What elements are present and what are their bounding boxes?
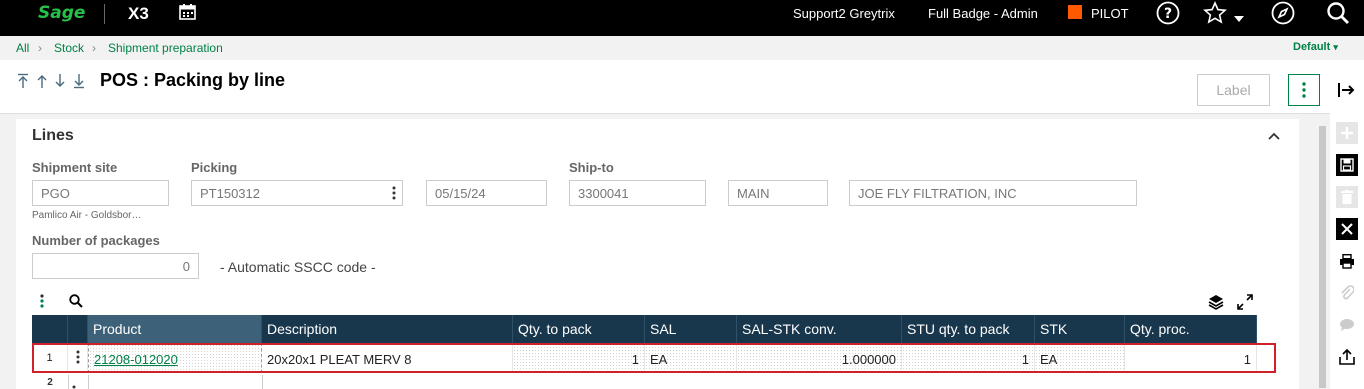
calendar-icon[interactable] (179, 4, 196, 20)
search-icon[interactable] (1324, 0, 1352, 26)
grid-menu-icon[interactable] (39, 294, 45, 308)
divider (104, 4, 105, 24)
shipment-site-field[interactable]: PGO (32, 180, 169, 206)
column-header-stu-qty-to-pack[interactable]: STU qty. to pack (902, 315, 1035, 343)
delete-icon[interactable] (1336, 186, 1358, 208)
attachment-icon[interactable] (1336, 282, 1358, 304)
column-header-qty-proc[interactable]: Qty. proc. (1125, 315, 1257, 343)
kebab-icon[interactable] (392, 186, 396, 200)
selected-row-highlight (32, 343, 1276, 373)
scrollbar-thumb[interactable] (1319, 126, 1326, 388)
sscc-text: - Automatic SSCC code - (220, 259, 376, 275)
exit-icon[interactable] (1336, 80, 1356, 100)
user-name[interactable]: Support2 Greytrix (793, 6, 895, 21)
divider (262, 375, 263, 389)
sage-logo[interactable]: Sage (38, 3, 85, 23)
first-record-icon[interactable] (16, 73, 30, 93)
shipment-site-label: Shipment site (32, 160, 118, 175)
row-menu-header (68, 315, 88, 343)
column-header-description[interactable]: Description (262, 315, 513, 343)
column-header-qty-to-pack[interactable]: Qty. to pack (513, 315, 645, 343)
kebab-icon (1302, 82, 1306, 98)
chevron-right-icon: › (92, 41, 96, 55)
picking-field[interactable]: PT150312 (191, 180, 403, 206)
right-toolbar (1330, 114, 1364, 389)
date-field[interactable]: 05/15/24 (426, 180, 547, 206)
page-header: POS : Packing by line Label (0, 60, 1330, 114)
picking-value: PT150312 (200, 186, 260, 201)
breadcrumb-stock[interactable]: Stock (54, 41, 84, 55)
previous-record-icon[interactable] (36, 73, 48, 93)
kebab-icon[interactable] (72, 381, 76, 389)
more-actions-button[interactable] (1288, 74, 1320, 106)
packages-field[interactable]: 0 (32, 253, 199, 279)
app-name[interactable]: X3 (128, 4, 149, 24)
close-icon[interactable] (1336, 218, 1358, 240)
row-number: 2 (47, 377, 53, 388)
grid-search-icon[interactable] (69, 294, 83, 308)
main-content: Lines Shipment site PGO Pamlico Air - Go… (0, 114, 1330, 389)
top-bar: Sage X3 Support2 Greytrix Full Badge - A… (0, 0, 1364, 36)
svg-text:?: ? (1164, 6, 1172, 22)
add-icon[interactable] (1336, 122, 1358, 144)
environment-badge (1068, 5, 1082, 19)
comment-icon[interactable] (1336, 314, 1358, 336)
share-icon[interactable] (1336, 346, 1358, 368)
print-icon[interactable] (1336, 250, 1358, 272)
column-header-sal-stk-conv[interactable]: SAL-STK conv. (737, 315, 902, 343)
picking-label: Picking (191, 160, 238, 175)
save-icon[interactable] (1336, 154, 1358, 176)
environment-name[interactable]: PILOT (1091, 6, 1129, 21)
chevron-down-icon: ▾ (1333, 42, 1338, 52)
label-button[interactable]: Label (1197, 74, 1270, 106)
ship-to-field[interactable]: 3300041 (569, 180, 706, 206)
view-selector[interactable]: Default ▾ (1293, 41, 1338, 53)
star-icon[interactable] (1201, 0, 1229, 26)
layers-icon[interactable] (1208, 294, 1224, 310)
breadcrumb: All › Stock › Shipment preparation Defau… (0, 36, 1364, 60)
breadcrumb-shipment-preparation[interactable]: Shipment preparation (108, 41, 223, 55)
packages-label: Number of packages (32, 233, 160, 248)
expand-icon[interactable] (1237, 294, 1253, 310)
next-record-icon[interactable] (54, 73, 66, 93)
role-name[interactable]: Full Badge - Admin (928, 6, 1038, 21)
chevron-right-icon: › (38, 41, 42, 55)
chevron-up-icon[interactable] (1267, 131, 1281, 141)
chevron-down-icon[interactable] (1232, 6, 1246, 32)
divider (68, 375, 69, 389)
page-title: POS : Packing by line (100, 70, 286, 90)
customer-name-field[interactable]: JOE FLY FILTRATION, INC (849, 180, 1137, 206)
column-header-sal[interactable]: SAL (645, 315, 737, 343)
table-row[interactable]: 2 (32, 375, 1257, 389)
shipment-site-description: Pamlico Air - Goldsbor… (32, 210, 142, 221)
view-name: Default (1293, 41, 1331, 53)
help-icon[interactable]: ? (1154, 0, 1182, 26)
last-record-icon[interactable] (72, 73, 86, 93)
divider (88, 375, 89, 389)
ship-to-label: Ship-to (569, 160, 614, 175)
grid-header: Product Description Qty. to pack SAL SAL… (32, 315, 1257, 343)
address-code-field[interactable]: MAIN (728, 180, 828, 206)
section-title: Lines (32, 127, 74, 144)
row-number-header (32, 315, 68, 343)
breadcrumb-all[interactable]: All (16, 41, 29, 55)
compass-icon[interactable] (1269, 0, 1297, 26)
scrollbar[interactable] (1317, 114, 1328, 389)
column-header-stk[interactable]: STK (1035, 315, 1125, 343)
column-header-product[interactable]: Product (88, 315, 262, 343)
